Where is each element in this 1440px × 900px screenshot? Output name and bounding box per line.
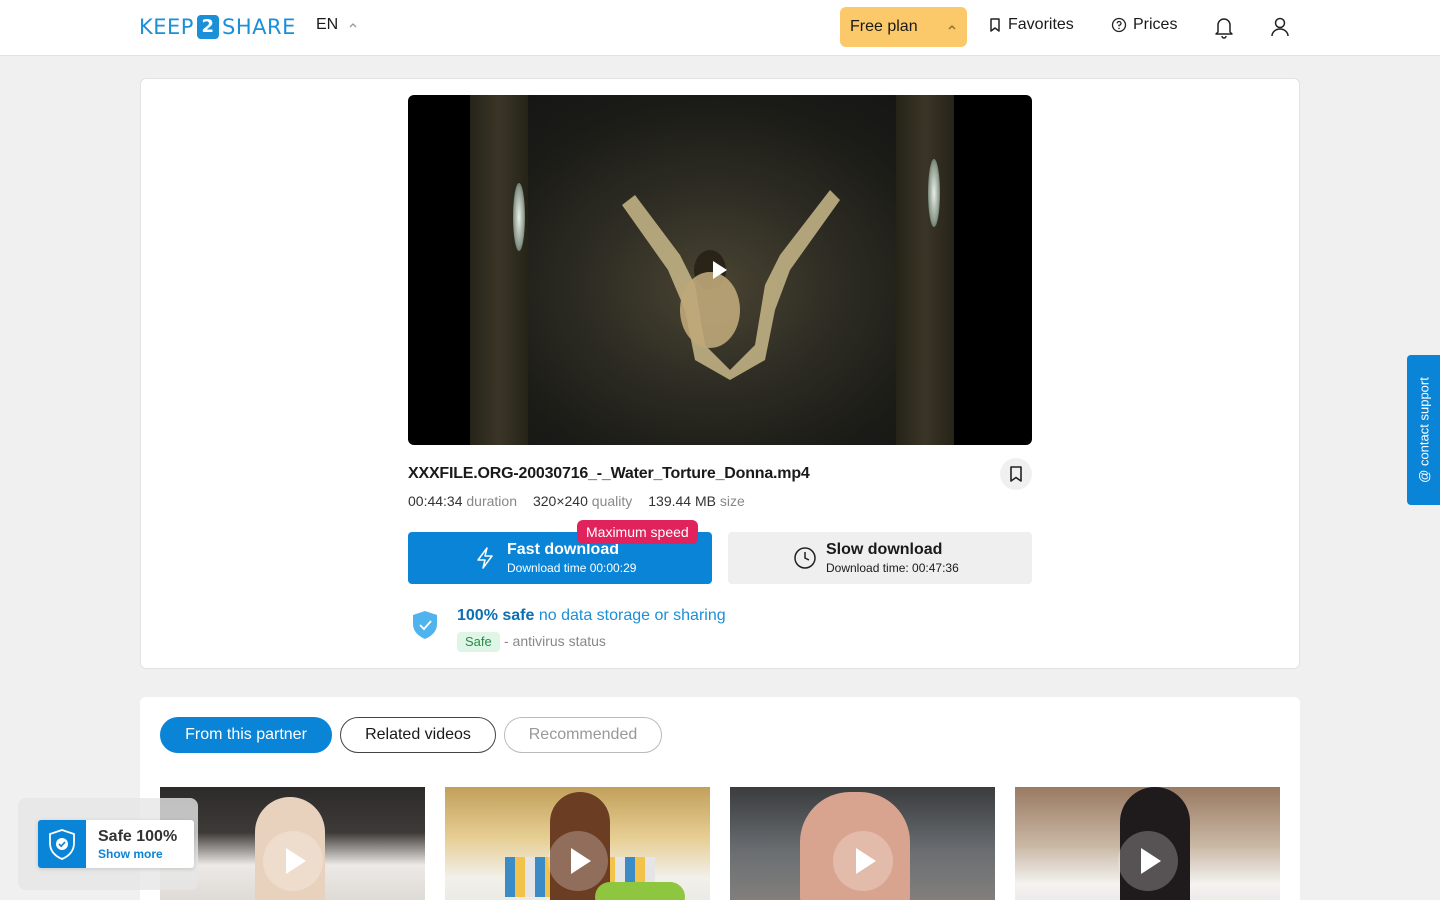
shield-check-icon [413, 611, 437, 639]
logo-text-left: KEEP [139, 15, 194, 39]
video-scene-pillar [470, 95, 528, 445]
fast-download-time: Download time 00:00:29 [507, 561, 637, 575]
video-thumbnail[interactable] [160, 787, 425, 900]
clock-icon [794, 547, 816, 569]
plan-label: Free plan [850, 18, 918, 35]
antivirus-safe-tag: Safe [457, 632, 500, 652]
video-frame [470, 95, 954, 445]
language-selector[interactable]: EN [316, 16, 358, 34]
prices-label: Prices [1133, 16, 1178, 33]
tab-recommended[interactable]: Recommended [504, 717, 662, 753]
help-circle-icon [1111, 17, 1127, 33]
slow-download-time: Download time: 00:47:36 [826, 561, 959, 575]
duration-info: 00:44:34 duration [408, 493, 517, 509]
lightning-icon [477, 547, 493, 569]
play-icon[interactable] [1117, 831, 1178, 891]
related-section: From this partner Related videos Recomme… [140, 697, 1300, 900]
slow-download-button[interactable]: Slow download Download time: 00:47:36 [728, 532, 1032, 584]
bookmark-icon [1010, 466, 1022, 482]
file-card: XXXFILE.ORG-20030716_-_Water_Torture_Don… [140, 78, 1300, 669]
bell-icon[interactable] [1213, 15, 1235, 39]
prices-link[interactable]: Prices [1111, 16, 1177, 34]
file-title: XXXFILE.ORG-20030716_-_Water_Torture_Don… [408, 465, 810, 482]
quality-info: 320×240 quality [532, 493, 633, 509]
video-scene-window [513, 183, 525, 251]
shield-icon [38, 820, 86, 868]
antivirus-status-label: - antivirus status [504, 633, 606, 649]
show-more-link[interactable]: Show more [98, 847, 163, 861]
play-icon[interactable] [832, 831, 893, 891]
favorites-label: Favorites [1008, 16, 1074, 33]
video-scene-figure [622, 190, 840, 380]
video-thumbnail[interactable] [445, 787, 710, 900]
logo-text-right: SHARE [221, 15, 296, 39]
thumbnail-pillow [595, 882, 685, 900]
language-label: EN [316, 16, 339, 33]
slow-download-title: Slow download [826, 541, 943, 558]
video-scene-window [928, 159, 940, 227]
logo-number-badge: 2 [196, 15, 219, 39]
chevron-up-icon [948, 25, 956, 30]
video-preview[interactable] [408, 95, 1032, 445]
top-header: KEEP 2 SHARE EN Free plan Favorites Prices [0, 0, 1440, 56]
contact-support-label: @ contact support [1416, 377, 1431, 483]
safe-popup-title: Safe 100% [98, 828, 178, 845]
tab-related-videos[interactable]: Related videos [340, 717, 496, 753]
play-icon[interactable] [713, 261, 727, 279]
tab-from-this-partner[interactable]: From this partner [160, 717, 332, 753]
video-thumbnail[interactable] [730, 787, 995, 900]
safe-popup[interactable]: Safe 100% Show more [38, 820, 194, 868]
maximum-speed-badge: Maximum speed [577, 520, 698, 544]
video-thumbnail[interactable] [1015, 787, 1280, 900]
file-meta: 00:44:34 duration 320×240 quality 139.44… [408, 493, 745, 509]
user-icon[interactable] [1269, 15, 1291, 39]
contact-support-tab[interactable]: @ contact support [1407, 355, 1440, 505]
chevron-up-icon [349, 23, 357, 28]
video-scene-pillar [896, 95, 954, 445]
safety-note: 100% safe no data storage or sharing [457, 607, 726, 624]
favorites-link[interactable]: Favorites [988, 16, 1074, 34]
play-icon[interactable] [262, 831, 323, 891]
bookmark-icon [990, 18, 1000, 32]
size-info: 139.44 MB size [648, 493, 745, 509]
keep2share-logo[interactable]: KEEP 2 SHARE [139, 14, 296, 40]
play-icon[interactable] [547, 831, 608, 891]
free-plan-button[interactable]: Free plan [840, 7, 967, 47]
add-to-favorites-button[interactable] [1000, 458, 1032, 490]
